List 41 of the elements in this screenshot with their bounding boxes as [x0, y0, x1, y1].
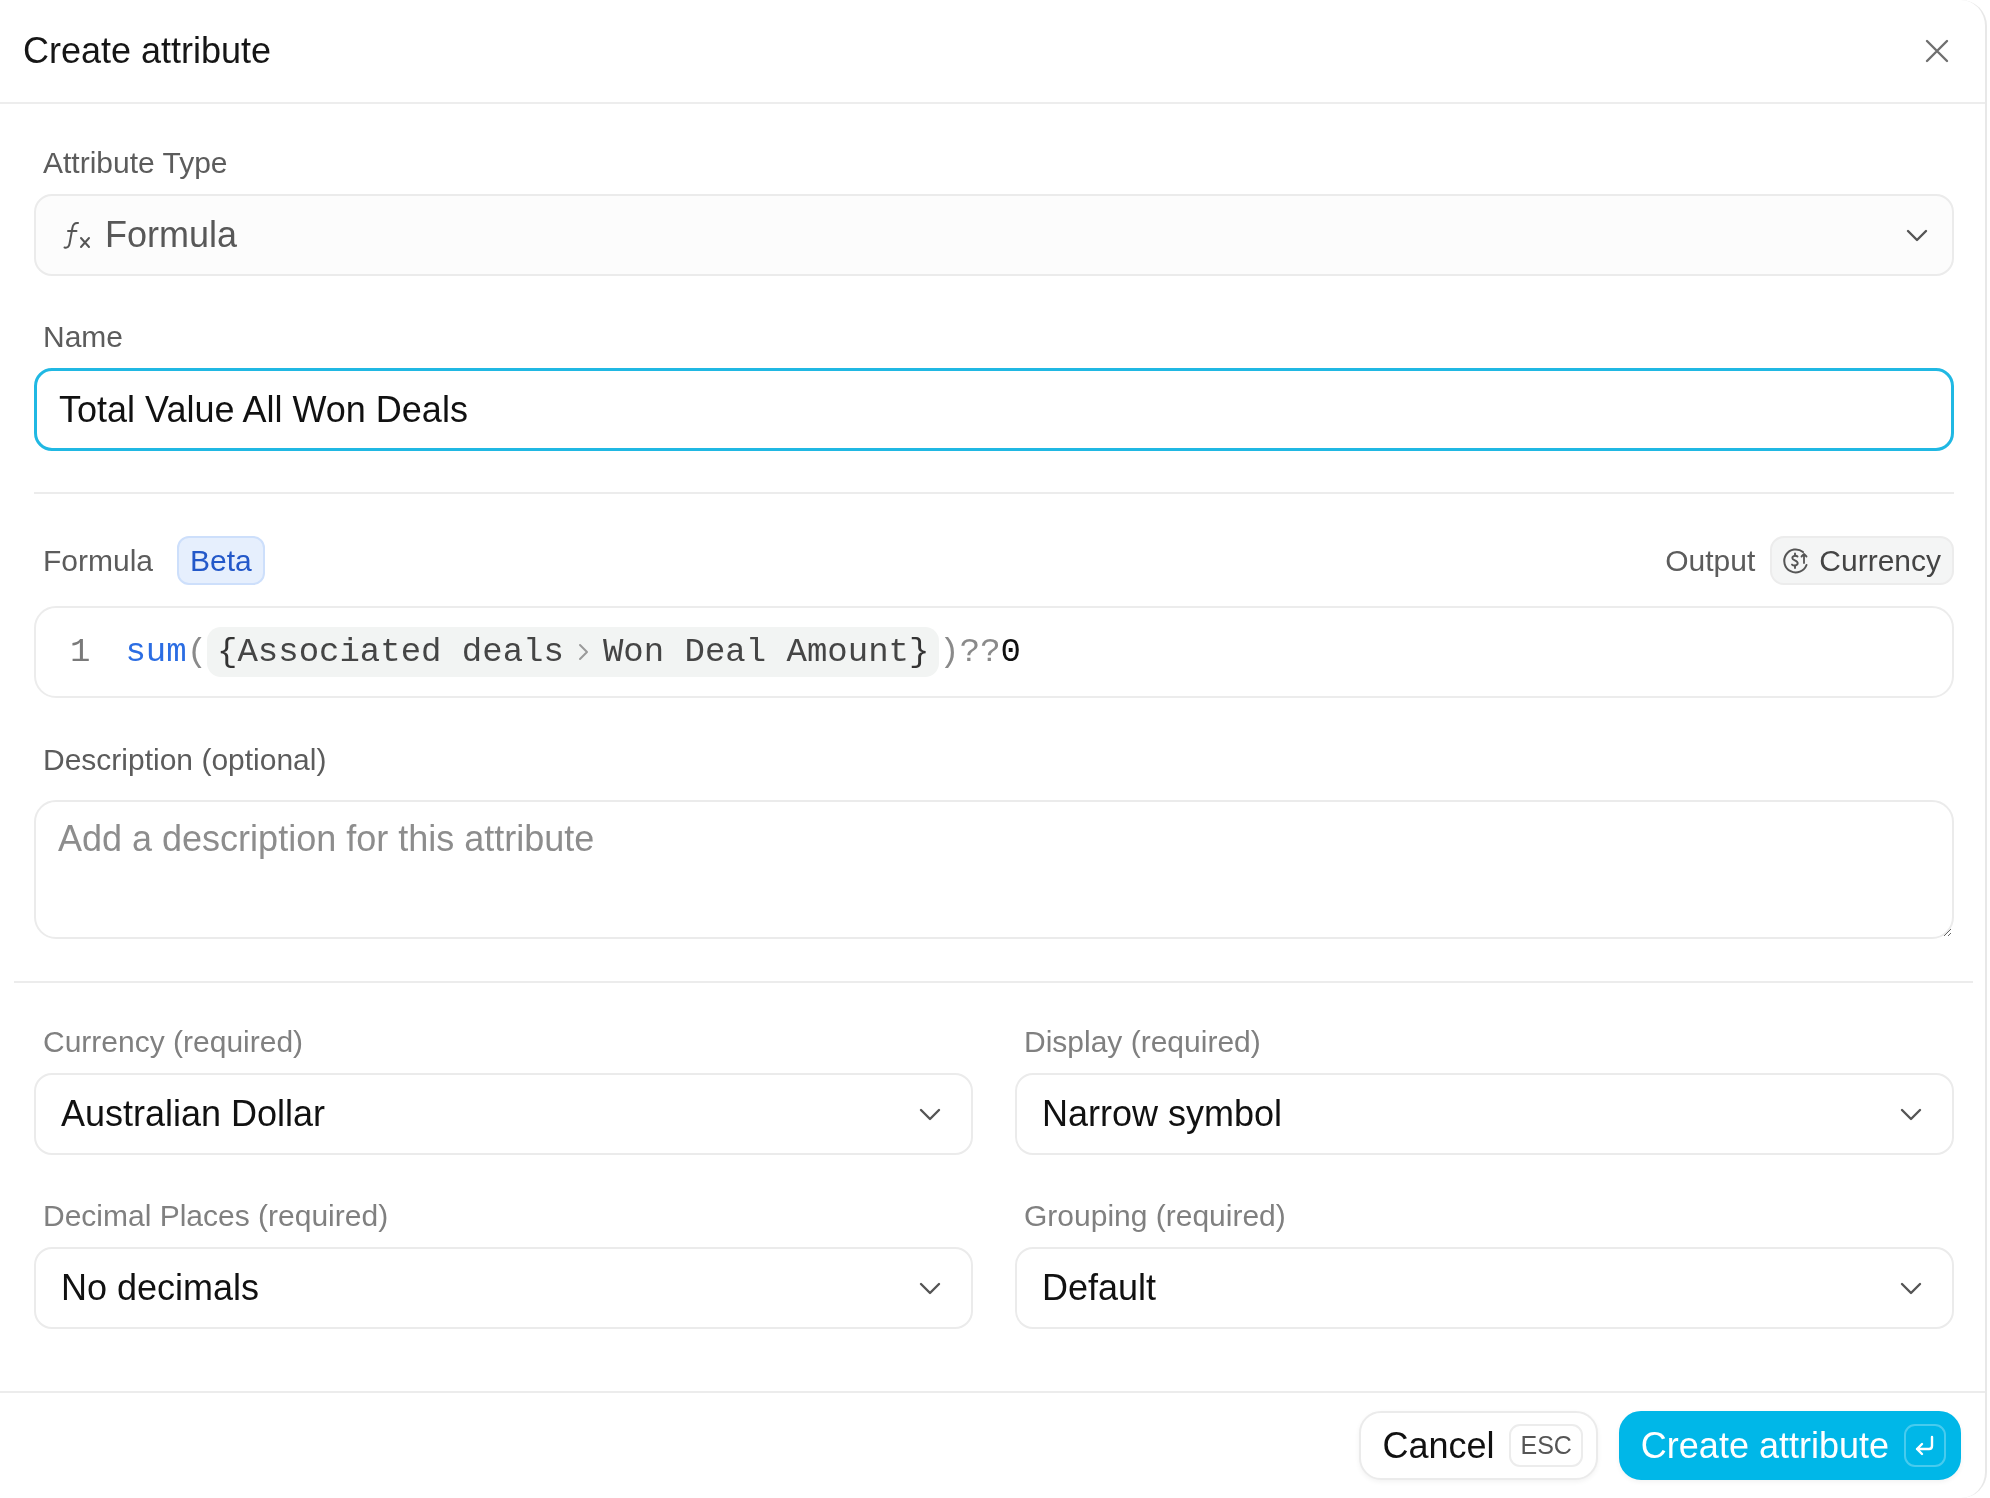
field-label: Decimal Places (required) [43, 1199, 389, 1233]
field-label: Formula [43, 543, 154, 578]
output-type: Currency [1819, 543, 1941, 578]
cancel-button[interactable]: Cancel ESC [1359, 1411, 1598, 1480]
dialog-title: Create attribute [23, 30, 272, 72]
output-label: Output [1665, 543, 1756, 578]
formula-editor[interactable]: 1 sum( {Associated deals Won Deal Amount} )??0 [34, 606, 1954, 698]
field-label: Currency (required) [43, 1025, 304, 1059]
line-number: 1 [70, 633, 91, 671]
code-brace: } [908, 633, 930, 671]
code-brace: { [217, 633, 238, 671]
field-label: Description (optional) [43, 743, 327, 777]
beta-badge: Beta [177, 536, 265, 585]
shortcut-key: ESC [1509, 1424, 1583, 1467]
name-field[interactable]: Total Value All Won Deals [34, 368, 1954, 451]
chevron-down-icon [1900, 1107, 1922, 1121]
code-number: 0 [1000, 633, 1021, 671]
field-label: Grouping (required) [1024, 1199, 1286, 1233]
close-icon [1925, 39, 1949, 63]
field-label: Name [43, 320, 124, 354]
chevron-right-icon [577, 643, 589, 661]
dropdown-select[interactable]: No decimals [34, 1247, 973, 1329]
chevron-down-icon [1900, 1281, 1922, 1295]
code-punctuation: ) [939, 633, 960, 671]
chevron-down-icon [919, 1107, 941, 1121]
function-icon [62, 220, 92, 250]
chevron-down-icon [1906, 228, 1928, 242]
dropdown-select[interactable]: Narrow symbol [1015, 1073, 1954, 1155]
code-punctuation: ( [186, 633, 208, 671]
dropdown-select[interactable]: Default [1015, 1247, 1954, 1329]
chevron-down-icon [919, 1281, 941, 1295]
dropdown-select[interactable]: Australian Dollar [34, 1073, 973, 1155]
reference-path: Associated deals [237, 633, 564, 671]
description-field[interactable]: Add a description for this attribute [34, 800, 1954, 939]
code-function: sum [125, 633, 187, 671]
enter-key-icon [1904, 1424, 1946, 1467]
field-label: Display (required) [1024, 1025, 1261, 1059]
code-operator: ?? [959, 633, 1001, 671]
field-reference[interactable]: {Associated deals Won Deal Amount} [207, 627, 940, 677]
field-label: Attribute Type [43, 146, 228, 180]
reference-path: Won Deal Amount [602, 633, 909, 671]
